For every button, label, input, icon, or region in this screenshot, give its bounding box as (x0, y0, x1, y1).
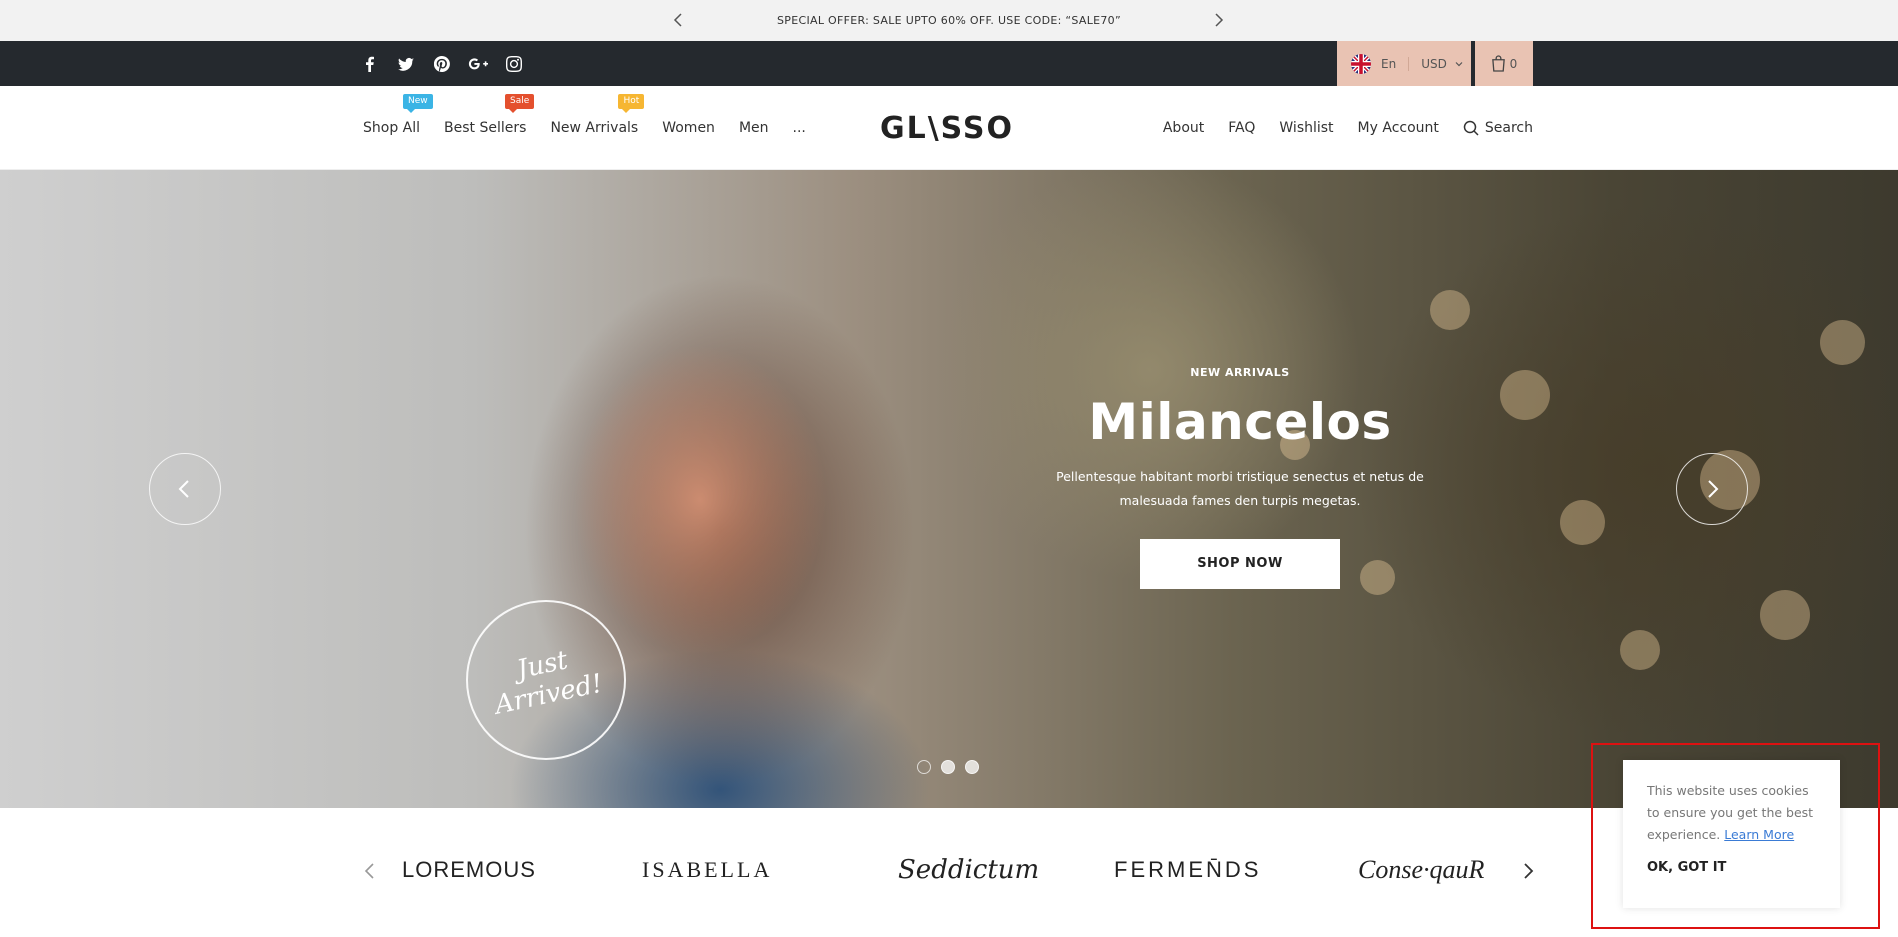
nav-men[interactable]: Men (739, 120, 769, 136)
hero-kicker: NEW ARRIVALS (1190, 366, 1290, 379)
brand-logo-fermends[interactable]: FERMEN̄DS (1114, 850, 1261, 890)
new-badge: New (403, 94, 433, 113)
social-links (360, 41, 524, 86)
nav-new-arrivals[interactable]: Hot New Arrivals (550, 94, 645, 136)
search-button[interactable]: Search (1463, 120, 1533, 136)
hero-next-button[interactable] (1676, 453, 1748, 525)
twitter-icon[interactable] (396, 54, 416, 74)
announcement-text: SPECIAL OFFER: SALE UPTO 60% OFF. USE CO… (777, 14, 1121, 27)
nav-about[interactable]: About (1163, 120, 1204, 136)
hero-title: Milancelos (1088, 393, 1392, 451)
nav-label: Shop All (363, 120, 421, 136)
site-logo[interactable]: GL\SSO (872, 86, 1022, 170)
chevron-right-icon (1708, 480, 1719, 498)
nav-women[interactable]: Women (662, 120, 715, 136)
facebook-icon[interactable] (360, 54, 380, 74)
hero-prev-button[interactable] (149, 453, 221, 525)
hero-description-line-2: malesuada fames den turpis megetas. (1119, 493, 1361, 508)
language-currency-selector[interactable]: En USD (1337, 41, 1471, 86)
search-icon (1463, 120, 1479, 136)
hero-description: Pellentesque habitant morbi tristique se… (1040, 465, 1440, 513)
slide-pagination (917, 760, 979, 774)
announcement-bar: SPECIAL OFFER: SALE UPTO 60% OFF. USE CO… (0, 0, 1898, 41)
language-label: En (1381, 56, 1397, 71)
cookie-message: This website uses cookies to ensure you … (1647, 780, 1816, 846)
nav-label: Men (738, 120, 769, 136)
nav-best-sellers[interactable]: Sale Best Sellers (444, 94, 535, 136)
stamp-text: Just Arrived! (486, 639, 606, 720)
uk-flag-icon (1351, 53, 1371, 74)
nav-label: ... (792, 120, 806, 136)
slide-dot-1[interactable] (917, 760, 931, 774)
chevron-left-icon (178, 480, 189, 498)
nav-faq[interactable]: FAQ (1228, 120, 1255, 136)
slide-dot-2[interactable] (941, 760, 955, 774)
cart-count: 0 (1509, 56, 1518, 71)
hero-slider: Just Arrived! NEW ARRIVALS Milancelos Pel… (0, 170, 1898, 808)
nav-more[interactable]: ... (793, 120, 806, 136)
primary-nav: New Shop All Sale Best Sellers Hot New A… (363, 86, 806, 170)
secondary-nav: About FAQ Wishlist My Account Search (1163, 86, 1533, 170)
shopping-bag-icon (1491, 55, 1505, 72)
slide-dot-3[interactable] (965, 760, 979, 774)
nav-my-account[interactable]: My Account (1358, 120, 1439, 136)
brand-logo-consequar[interactable]: Conse·qauR (1358, 850, 1484, 890)
instagram-icon[interactable] (504, 54, 524, 74)
divider (1408, 56, 1410, 71)
search-label: Search (1484, 120, 1533, 136)
learn-more-link[interactable]: Learn More (1724, 827, 1794, 842)
currency-label: USD (1421, 56, 1447, 71)
pinterest-icon[interactable] (432, 54, 452, 74)
nav-label: New Arrivals (550, 120, 639, 136)
nav-label: Best Sellers (444, 120, 527, 136)
shop-now-button[interactable]: SHOP NOW (1140, 539, 1340, 589)
chevron-down-icon (1455, 61, 1463, 66)
nav-shop-all[interactable]: New Shop All (363, 94, 433, 136)
hot-badge: Hot (618, 94, 645, 113)
sale-badge: Sale (505, 94, 535, 113)
cookie-consent-popup: This website uses cookies to ensure you … (1623, 760, 1840, 908)
cookie-accept-button[interactable]: OK, GOT IT (1647, 860, 1816, 875)
brand-logo-isabella[interactable]: ISABELLA (642, 850, 772, 890)
brands-next-icon[interactable] (1518, 860, 1538, 882)
nav-label: Women (662, 120, 715, 136)
top-bar: En USD 0 (0, 41, 1898, 86)
hero-description-line-1: Pellentesque habitant morbi tristique se… (1056, 469, 1424, 484)
brand-logo-seddictum[interactable]: Seddictum (898, 850, 1039, 890)
nav-wishlist[interactable]: Wishlist (1279, 120, 1333, 136)
just-arrived-stamp: Just Arrived! (466, 600, 626, 760)
brands-prev-icon[interactable] (360, 860, 380, 882)
cart-button[interactable]: 0 (1475, 41, 1533, 86)
hero-content: NEW ARRIVALS Milancelos Pellentesque hab… (1040, 366, 1440, 589)
google-plus-icon[interactable] (468, 54, 488, 74)
main-header: New Shop All Sale Best Sellers Hot New A… (0, 86, 1898, 170)
brand-logo-loremous[interactable]: LOREMOUS (402, 850, 536, 890)
announcement-next-icon[interactable] (1209, 10, 1229, 30)
